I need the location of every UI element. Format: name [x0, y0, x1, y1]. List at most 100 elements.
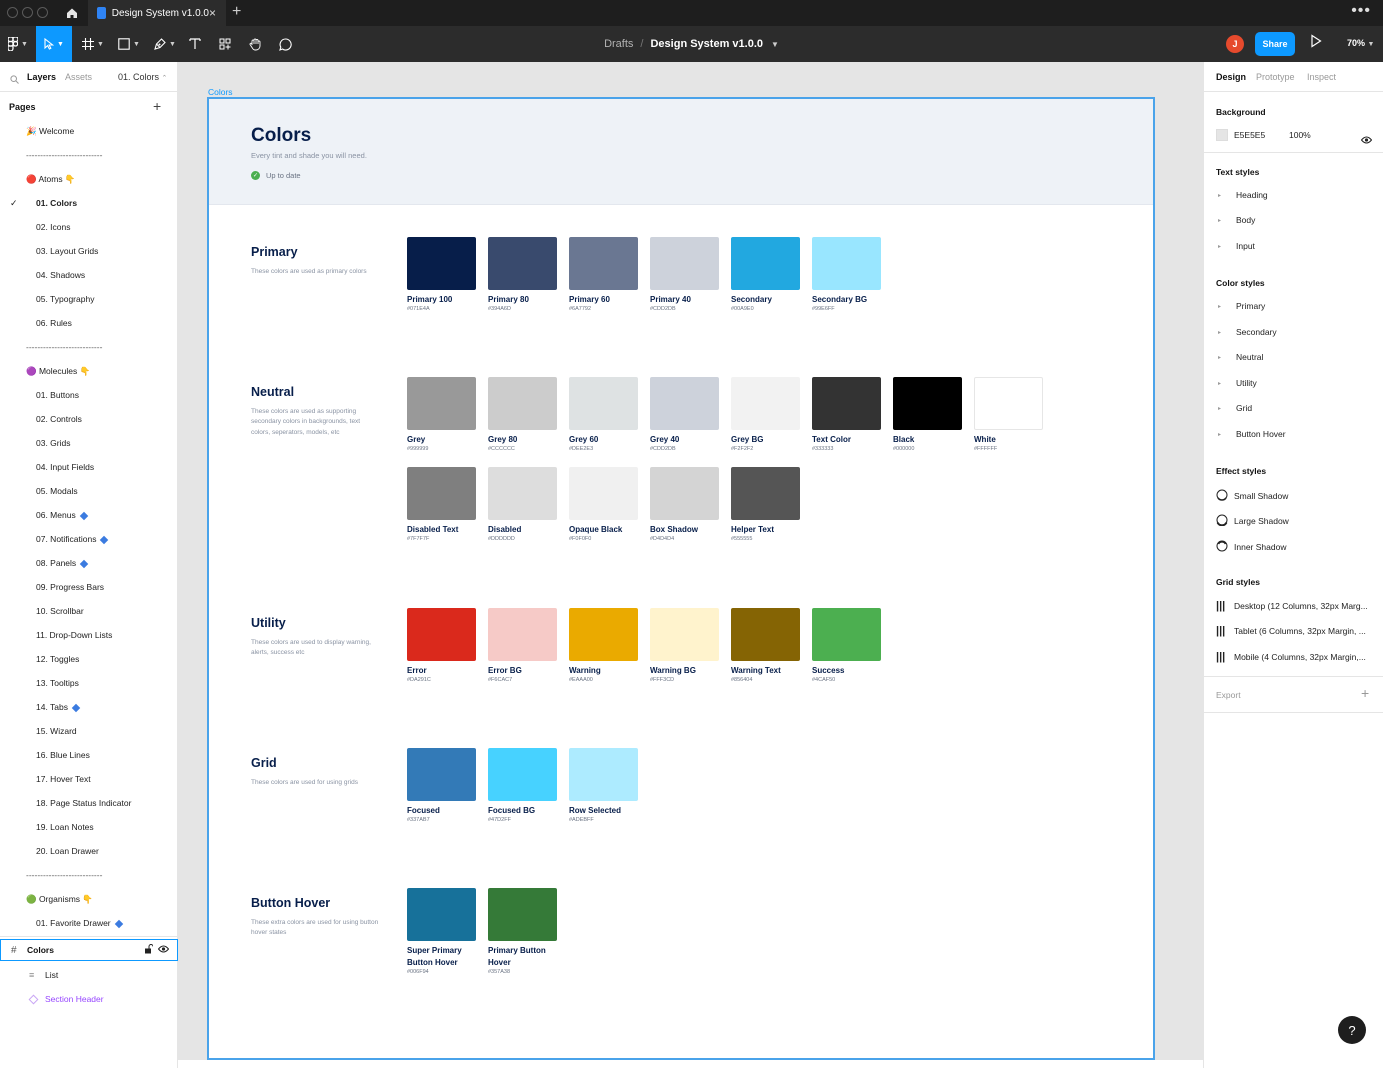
effect-style-small-shadow[interactable]: Small Shadow: [1216, 489, 1376, 503]
tab-prototype[interactable]: Prototype: [1256, 72, 1295, 82]
visibility-eye-icon[interactable]: [157, 945, 170, 955]
hand-tool-button[interactable]: [244, 26, 266, 62]
unlock-icon[interactable]: [144, 944, 154, 956]
color-swatch[interactable]: Warning BG #FFF3CD: [650, 608, 720, 683]
page-input-fields[interactable]: 04. Input Fields: [0, 457, 178, 477]
page-divider[interactable]: ---------------------------: [0, 145, 178, 165]
color-swatch[interactable]: Opaque Black #F0F0F0: [569, 467, 639, 542]
color-swatch[interactable]: Warning Text #856404: [731, 608, 801, 683]
effect-style-large-shadow[interactable]: Large Shadow: [1216, 514, 1376, 528]
color-swatch[interactable]: White #FFFFFF: [974, 377, 1044, 452]
page-divider[interactable]: ---------------------------: [0, 865, 178, 885]
page-shadows[interactable]: 04. Shadows: [0, 265, 178, 285]
page-notifications[interactable]: 07. Notifications: [0, 529, 178, 549]
file-tab[interactable]: Design System v1.0.0 ×: [88, 0, 226, 26]
page-grids[interactable]: 03. Grids: [0, 433, 178, 453]
page-progress-bars[interactable]: 09. Progress Bars: [0, 577, 178, 597]
color-swatch[interactable]: Grey #999999: [407, 377, 477, 452]
color-style-grid[interactable]: ▸ Grid: [1216, 403, 1376, 413]
page-wizard[interactable]: 15. Wizard: [0, 721, 178, 741]
new-tab-button[interactable]: +: [232, 3, 241, 21]
page-loan-drawer[interactable]: 20. Loan Drawer: [0, 841, 178, 861]
color-swatch[interactable]: Primary 100 #071E4A: [407, 237, 477, 312]
add-export-button[interactable]: +: [1361, 685, 1369, 701]
shape-tool-button[interactable]: ▼: [112, 26, 146, 62]
page-scrollbar[interactable]: 10. Scrollbar: [0, 601, 178, 621]
current-page-selector[interactable]: 01. Colors ⌃: [118, 72, 167, 82]
text-style-input[interactable]: ▸ Input: [1216, 241, 1376, 251]
page-layout-grids[interactable]: 03. Layout Grids: [0, 241, 178, 261]
color-swatch[interactable]: Primary 80 #394A6D: [488, 237, 558, 312]
page-icons[interactable]: 02. Icons: [0, 217, 178, 237]
maximize-window-button[interactable]: [37, 7, 48, 18]
home-icon[interactable]: [58, 0, 86, 26]
page-welcome[interactable]: 🎉 Welcome: [0, 121, 178, 141]
color-swatch[interactable]: Box Shadow #D4D4D4: [650, 467, 720, 542]
resources-tool-button[interactable]: [214, 26, 236, 62]
layer-list[interactable]: ≡ List: [0, 964, 178, 986]
color-swatch[interactable]: Focused BG #47D2FF: [488, 748, 558, 823]
color-style-primary[interactable]: ▸ Primary: [1216, 301, 1376, 311]
color-swatch[interactable]: Error #DA291C: [407, 608, 477, 683]
colors-frame[interactable]: Colors Every tint and shade you will nee…: [207, 97, 1155, 1060]
close-tab-icon[interactable]: ×: [209, 6, 216, 20]
page-loan-notes[interactable]: 19. Loan Notes: [0, 817, 178, 837]
page-colors[interactable]: ✓ 01. Colors: [0, 193, 178, 213]
page-panels[interactable]: 08. Panels: [0, 553, 178, 573]
color-swatch[interactable]: Secondary BG #99E6FF: [812, 237, 882, 312]
layer-colors-frame[interactable]: # Colors: [0, 939, 178, 961]
main-menu-button[interactable]: ▼: [4, 26, 32, 62]
color-swatch[interactable]: Primary Button Hover #357A38: [488, 888, 558, 975]
background-opacity-input[interactable]: 100%: [1289, 130, 1311, 140]
page-divider[interactable]: ---------------------------: [0, 337, 178, 357]
visibility-eye-icon[interactable]: [1360, 131, 1373, 149]
share-button[interactable]: Share: [1255, 32, 1295, 56]
color-swatch[interactable]: Text Color #333333: [812, 377, 882, 452]
color-swatch[interactable]: Black #000000: [893, 377, 963, 452]
comment-tool-button[interactable]: [274, 26, 296, 62]
avatar[interactable]: J: [1226, 35, 1244, 53]
effect-style-inner-shadow[interactable]: Inner Shadow: [1216, 540, 1376, 554]
page-tabs[interactable]: 14. Tabs: [0, 697, 178, 717]
zoom-dropdown[interactable]: 70% ▼: [1347, 38, 1374, 48]
text-tool-button[interactable]: [184, 26, 206, 62]
page-toggles[interactable]: 12. Toggles: [0, 649, 178, 669]
move-tool-button[interactable]: ▼: [36, 26, 72, 62]
color-swatch[interactable]: Disabled #DDDDDD: [488, 467, 558, 542]
text-style-heading[interactable]: ▸ Heading: [1216, 190, 1376, 200]
background-hex-input[interactable]: E5E5E5: [1234, 130, 1265, 140]
page-organisms[interactable]: 🟢 Organisms 👇: [0, 889, 178, 909]
tab-design[interactable]: Design: [1216, 72, 1246, 82]
color-swatch[interactable]: Row Selected #ADEBFF: [569, 748, 639, 823]
color-swatch[interactable]: Super Primary Button Hover #006F94: [407, 888, 477, 975]
color-swatch[interactable]: Secondary #00A9E0: [731, 237, 801, 312]
help-button[interactable]: ?: [1338, 1016, 1366, 1044]
color-swatch[interactable]: Helper Text #555555: [731, 467, 801, 542]
page-tooltips[interactable]: 13. Tooltips: [0, 673, 178, 693]
page-buttons[interactable]: 01. Buttons: [0, 385, 178, 405]
color-style-neutral[interactable]: ▸ Neutral: [1216, 352, 1376, 362]
page-drop-down-lists[interactable]: 11. Drop-Down Lists: [0, 625, 178, 645]
color-swatch[interactable]: Error BG #F6CAC7: [488, 608, 558, 683]
page-typography[interactable]: 05. Typography: [0, 289, 178, 309]
color-style-utility[interactable]: ▸ Utility: [1216, 378, 1376, 388]
color-style-button-hover[interactable]: ▸ Button Hover: [1216, 429, 1376, 439]
tab-assets[interactable]: Assets: [65, 72, 92, 82]
frame-tool-button[interactable]: ▼: [76, 26, 110, 62]
color-swatch[interactable]: Grey BG #F2F2F2: [731, 377, 801, 452]
frame-label[interactable]: Colors: [208, 87, 233, 97]
color-style-secondary[interactable]: ▸ Secondary: [1216, 327, 1376, 337]
breadcrumb-drafts[interactable]: Drafts: [604, 38, 633, 50]
page-controls[interactable]: 02. Controls: [0, 409, 178, 429]
color-swatch[interactable]: Primary 40 #CDD2DB: [650, 237, 720, 312]
page-menus[interactable]: 06. Menus: [0, 505, 178, 525]
grid-style-desktop[interactable]: ||| Desktop (12 Columns, 32px Marg...: [1216, 600, 1376, 612]
color-swatch[interactable]: Grey 40 #CDD2DB: [650, 377, 720, 452]
page-blue-lines[interactable]: 16. Blue Lines: [0, 745, 178, 765]
page-atoms[interactable]: 🔴 Atoms 👇: [0, 169, 178, 189]
close-window-button[interactable]: [7, 7, 18, 18]
more-icon[interactable]: •••: [1351, 2, 1371, 20]
page-page-status-indicator[interactable]: 18. Page Status Indicator: [0, 793, 178, 813]
pen-tool-button[interactable]: ▼: [148, 26, 182, 62]
color-swatch[interactable]: Focused #337AB7: [407, 748, 477, 823]
